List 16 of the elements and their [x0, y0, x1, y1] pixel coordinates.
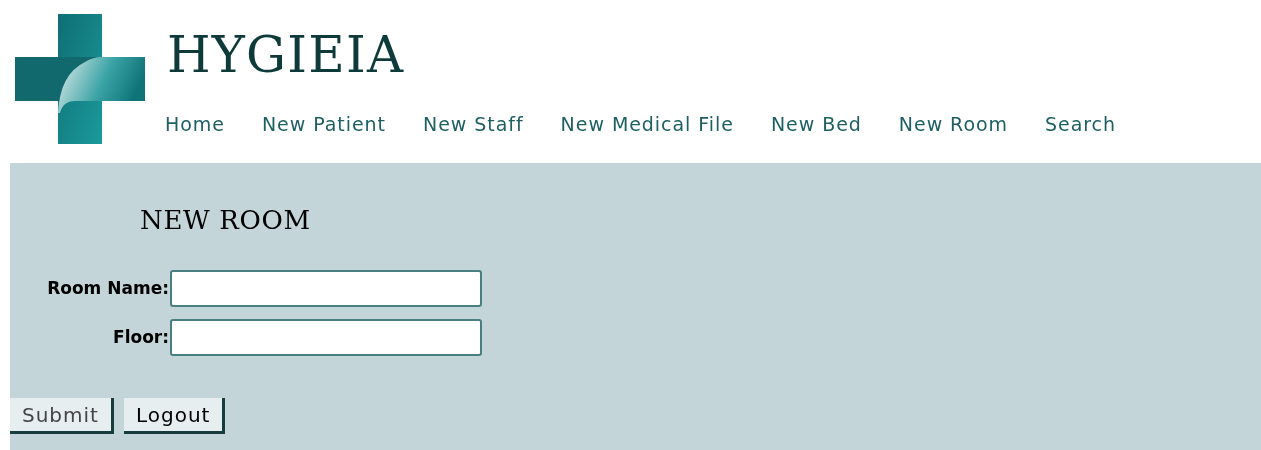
field-label: Room Name:: [46, 276, 170, 300]
nav-link[interactable]: New Staff: [423, 110, 524, 139]
nav-link[interactable]: New Room: [898, 110, 1008, 139]
nav-link[interactable]: New Bed: [770, 110, 862, 139]
site-title: HYGIEIA: [167, 30, 406, 80]
submit-button[interactable]: Submit: [10, 398, 114, 434]
nav-link[interactable]: New Patient: [261, 110, 386, 139]
logout-button[interactable]: Logout: [123, 398, 226, 434]
nav-link[interactable]: New Medical File: [560, 110, 734, 139]
text-input[interactable]: [170, 270, 482, 307]
cross-logo-icon: [15, 14, 145, 144]
field-label: Floor:: [112, 325, 170, 349]
text-input[interactable]: [170, 319, 482, 356]
nav-link[interactable]: Home: [165, 110, 225, 139]
nav-link[interactable]: Search: [1045, 110, 1116, 139]
form-heading: NEW ROOM: [140, 204, 312, 237]
